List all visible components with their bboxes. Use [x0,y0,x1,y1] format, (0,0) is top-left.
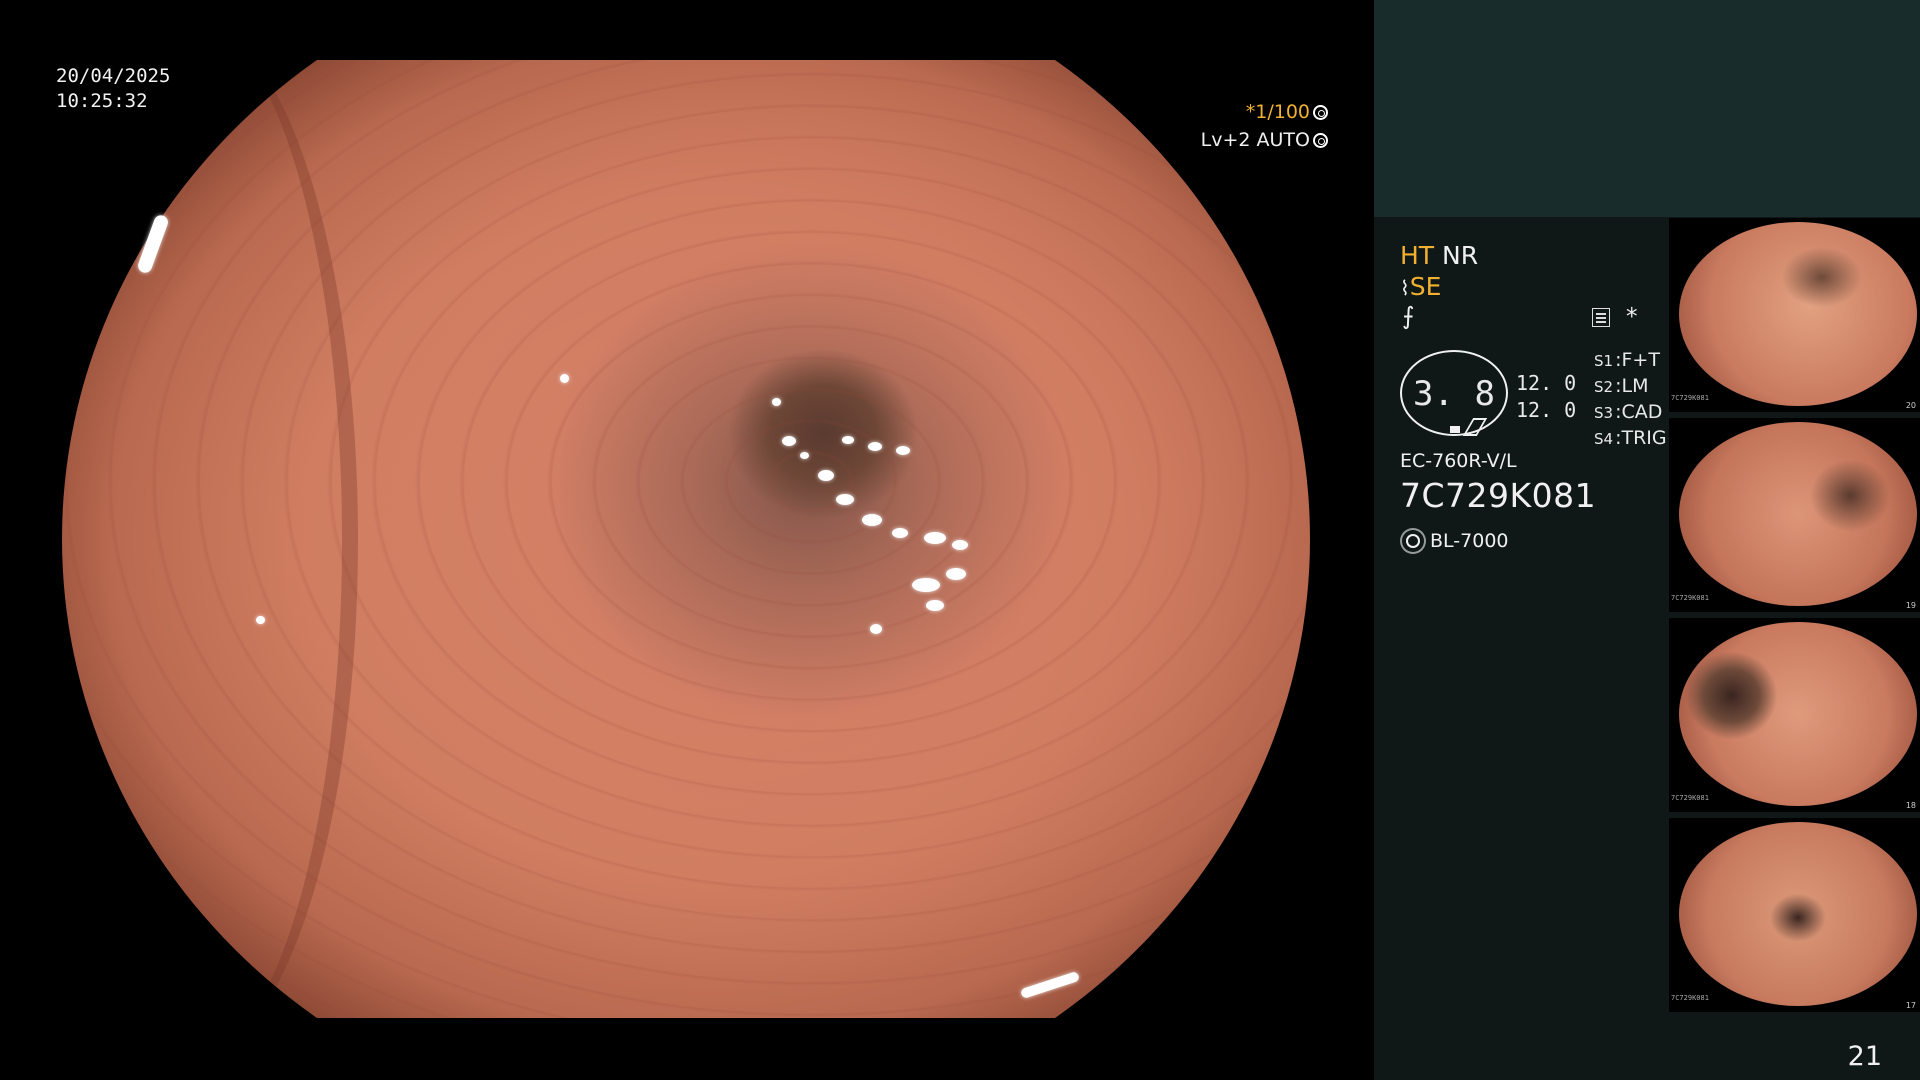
captured-thumbnail[interactable]: 7C729K081 17 [1669,818,1920,1012]
datetime-readout: 20/04/2025 10:25:32 [56,64,170,114]
thumbnail-number: 17 [1905,1001,1916,1010]
glare-spot [836,494,854,505]
switch-value: TRIG [1621,427,1667,449]
info-panel: HT NR ⌇SE ⨍ * 3. 8 12. 0 12. 0 S1:F+T S2… [1374,0,1920,1080]
exposure-settings: *1/100 Lv+2 AUTO [1201,98,1328,154]
thumbnail-number: 19 [1905,601,1916,610]
glare-spot [896,446,910,455]
image-count: 21 [1847,1041,1882,1072]
switch-key: S4 [1594,430,1614,448]
thumbnail-serial: 7C729K081 [1671,594,1709,602]
mode-row: HT NR [1400,240,1478,271]
switch-row: S2:LM [1594,375,1649,397]
glare-spot [842,436,854,444]
enhance-icon: ⌇ [1400,276,1410,300]
star-mark: * [1626,304,1638,330]
glare-spot [926,600,944,611]
shutter-row: *1/100 [1201,98,1328,126]
glare-spot [946,568,966,580]
thumbnail-image [1679,622,1917,806]
light-source-icon [1406,534,1420,548]
lens-value: 3. 8 [1413,374,1495,414]
light-source-row: BL-7000 [1400,530,1509,552]
thumbnail-image [1679,222,1917,406]
glare-spot [560,374,569,383]
thumbnail-serial: 7C729K081 [1671,994,1709,1002]
switch-assignments: S1:F+T S2:LM S3:CAD S4:TRIG [1594,348,1667,452]
endoscope-view: 20/04/2025 10:25:32 *1/100 Lv+2 AUTO [0,0,1372,1080]
date-text: 20/04/2025 [56,65,171,87]
glare-spot [952,540,968,550]
scope-model: EC-760R-V/L [1400,450,1517,472]
shutter-speed: *1/100 [1245,101,1310,123]
status-area: HT NR ⌇SE ⨍ * 3. 8 12. 0 12. 0 S1:F+T S2… [1400,240,1700,580]
light-source: BL-7000 [1430,530,1509,552]
level-row: Lv+2 AUTO [1201,126,1328,154]
exposure-mode: AUTO [1256,129,1310,151]
glare-spot [870,624,882,634]
iris-icon [1313,133,1328,148]
thumbnail-image [1679,822,1917,1006]
enhance-row: ⌇SE [1400,271,1441,304]
captured-thumbnail[interactable]: 7C729K081 20 [1669,218,1920,412]
enhance-mode: SE [1409,272,1442,301]
f-mark: ⨍ [1402,302,1415,330]
glare-spot [912,578,940,592]
info-header [1374,0,1920,217]
switch-row: S3:CAD [1594,401,1663,423]
glare-spot [924,532,946,544]
shutter-icon [1313,105,1328,120]
glare-spot [892,528,908,538]
switch-key: S2 [1594,378,1614,396]
glare-spot [772,398,781,406]
glare-spot [782,436,796,446]
switch-value: LM [1621,375,1649,397]
lens-number: 12. 0 [1516,398,1577,422]
switch-row: S4:TRIG [1594,427,1667,449]
switch-value: CAD [1621,401,1663,423]
glare-spot [818,470,834,481]
nr-mode: NR [1442,241,1479,270]
lens-number: 12. 0 [1516,371,1577,395]
lens-marker-icon [1450,426,1460,433]
glare-spot [868,442,882,451]
settings-list-icon [1592,308,1610,327]
scope-serial: 7C729K081 [1400,476,1597,515]
glare-spot [862,514,882,526]
glare-spot [800,452,809,459]
ht-mode: HT [1400,241,1435,270]
lens-angle-icon [1462,418,1488,436]
glare-spot [256,616,265,624]
thumbnail-serial: 7C729K081 [1671,794,1709,802]
switch-row: S1:F+T [1594,349,1660,371]
brightness-level: Lv+2 [1200,129,1251,151]
switch-key: S1 [1594,352,1614,370]
thumbnail-serial: 7C729K081 [1671,394,1709,402]
time-text: 10:25:32 [56,90,148,112]
thumbnail-number: 18 [1905,801,1916,810]
captured-thumbnail[interactable]: 7C729K081 19 [1669,418,1920,612]
switch-value: F+T [1621,349,1660,371]
lens-indicator: 3. 8 [1400,350,1508,436]
thumbnail-number: 20 [1905,401,1916,410]
lens-numbers: 12. 0 12. 0 [1516,370,1576,424]
mucosal-fold [62,20,358,1060]
captured-thumbnail[interactable]: 7C729K081 18 [1669,618,1920,812]
colon-lumen-image [62,20,1310,1060]
thumbnail-image [1679,422,1917,606]
switch-key: S3 [1594,404,1614,422]
